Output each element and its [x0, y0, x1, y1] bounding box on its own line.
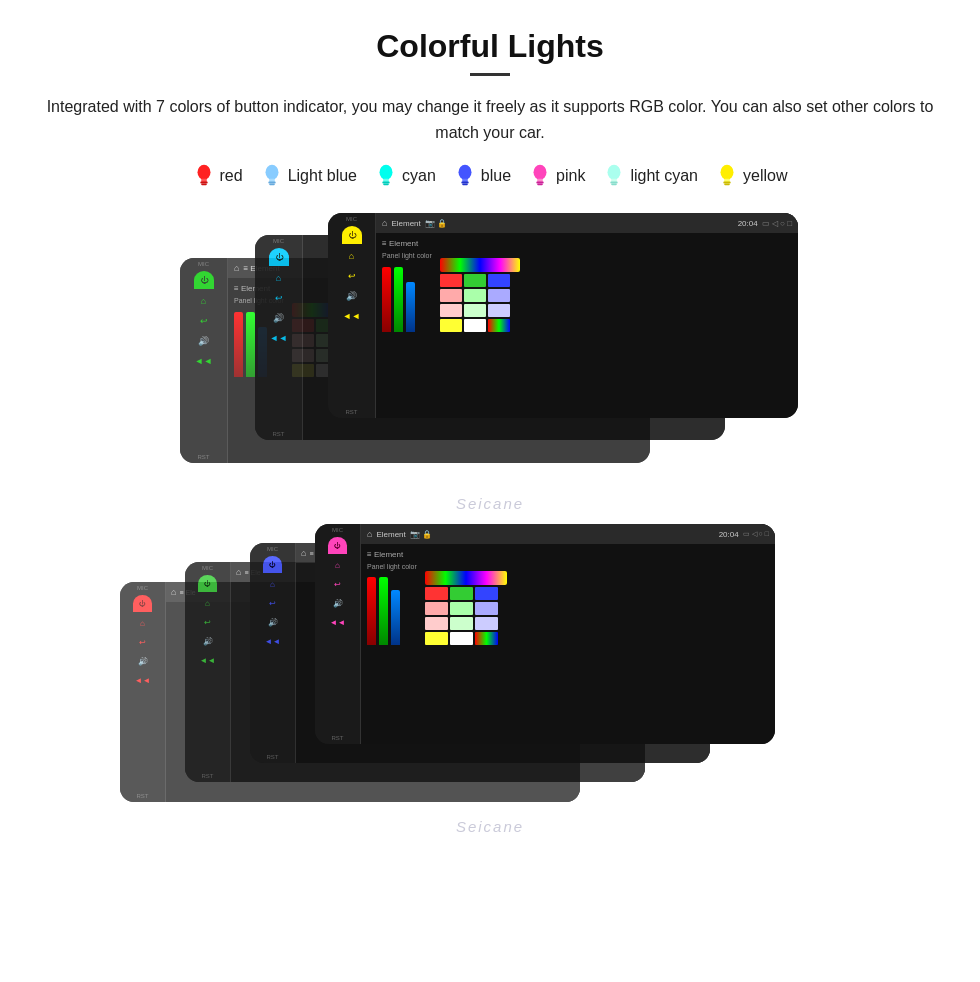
- color-label-red: red: [220, 167, 243, 185]
- color-label-lightcyan: light cyan: [630, 167, 698, 185]
- color-item-lightblue: Light blue: [261, 163, 357, 189]
- bottom-device-row: MIC ⏻ ⌂ ↩ 🔊 ◄◄ RST: [120, 524, 860, 814]
- bulb-blue-icon: [454, 163, 476, 189]
- svg-rect-2: [200, 182, 207, 184]
- color-item-red: red: [193, 163, 243, 189]
- svg-rect-19: [537, 184, 543, 186]
- color-item-pink: pink: [529, 163, 585, 189]
- color-label-cyan: cyan: [402, 167, 436, 185]
- svg-rect-14: [461, 182, 468, 184]
- svg-rect-7: [269, 184, 275, 186]
- svg-rect-10: [382, 182, 389, 184]
- color-label-yellow: yellow: [743, 167, 787, 185]
- svg-point-12: [458, 165, 471, 180]
- bulb-cyan-icon: [375, 163, 397, 189]
- svg-rect-23: [612, 184, 618, 186]
- color-label-lightblue: Light blue: [288, 167, 357, 185]
- device-front-bottom: MIC ⏻ ⌂ ↩ 🔊 ◄◄ RST: [315, 524, 775, 744]
- color-item-lightcyan: light cyan: [603, 163, 698, 189]
- svg-rect-6: [268, 182, 275, 184]
- svg-point-8: [380, 165, 393, 180]
- bulb-lightcyan-icon: [603, 163, 625, 189]
- svg-rect-22: [611, 182, 618, 184]
- svg-point-0: [197, 165, 210, 180]
- watermark-top: Seicane: [0, 491, 980, 520]
- color-item-blue: blue: [454, 163, 511, 189]
- svg-rect-11: [383, 184, 389, 186]
- color-item-cyan: cyan: [375, 163, 436, 189]
- svg-point-4: [265, 165, 278, 180]
- svg-rect-18: [536, 182, 543, 184]
- description: Integrated with 7 colors of button indic…: [0, 94, 980, 145]
- svg-rect-3: [201, 184, 207, 186]
- color-item-yellow: yellow: [716, 163, 787, 189]
- svg-point-20: [608, 165, 621, 180]
- color-label-pink: pink: [556, 167, 585, 185]
- bulb-red-icon: [193, 163, 215, 189]
- svg-rect-15: [462, 184, 468, 186]
- watermark-bottom: Seicane: [0, 814, 980, 843]
- title-divider: [470, 73, 510, 76]
- bulb-lightblue-icon: [261, 163, 283, 189]
- svg-rect-27: [724, 184, 730, 186]
- page-title: Colorful Lights: [0, 0, 980, 73]
- device-front-top: MIC ⏻ ⌂ ↩ 🔊 ◄◄ RST: [328, 213, 798, 418]
- svg-rect-26: [723, 182, 730, 184]
- top-device-row: MIC ⏻ ⌂ ↩ 🔊 ◄◄ RST: [180, 213, 800, 473]
- color-list: red Light blue cyan blue: [0, 163, 980, 189]
- color-label-blue: blue: [481, 167, 511, 185]
- svg-point-24: [721, 165, 734, 180]
- bulb-yellow-icon: [716, 163, 738, 189]
- svg-point-16: [534, 165, 547, 180]
- bulb-pink-icon: [529, 163, 551, 189]
